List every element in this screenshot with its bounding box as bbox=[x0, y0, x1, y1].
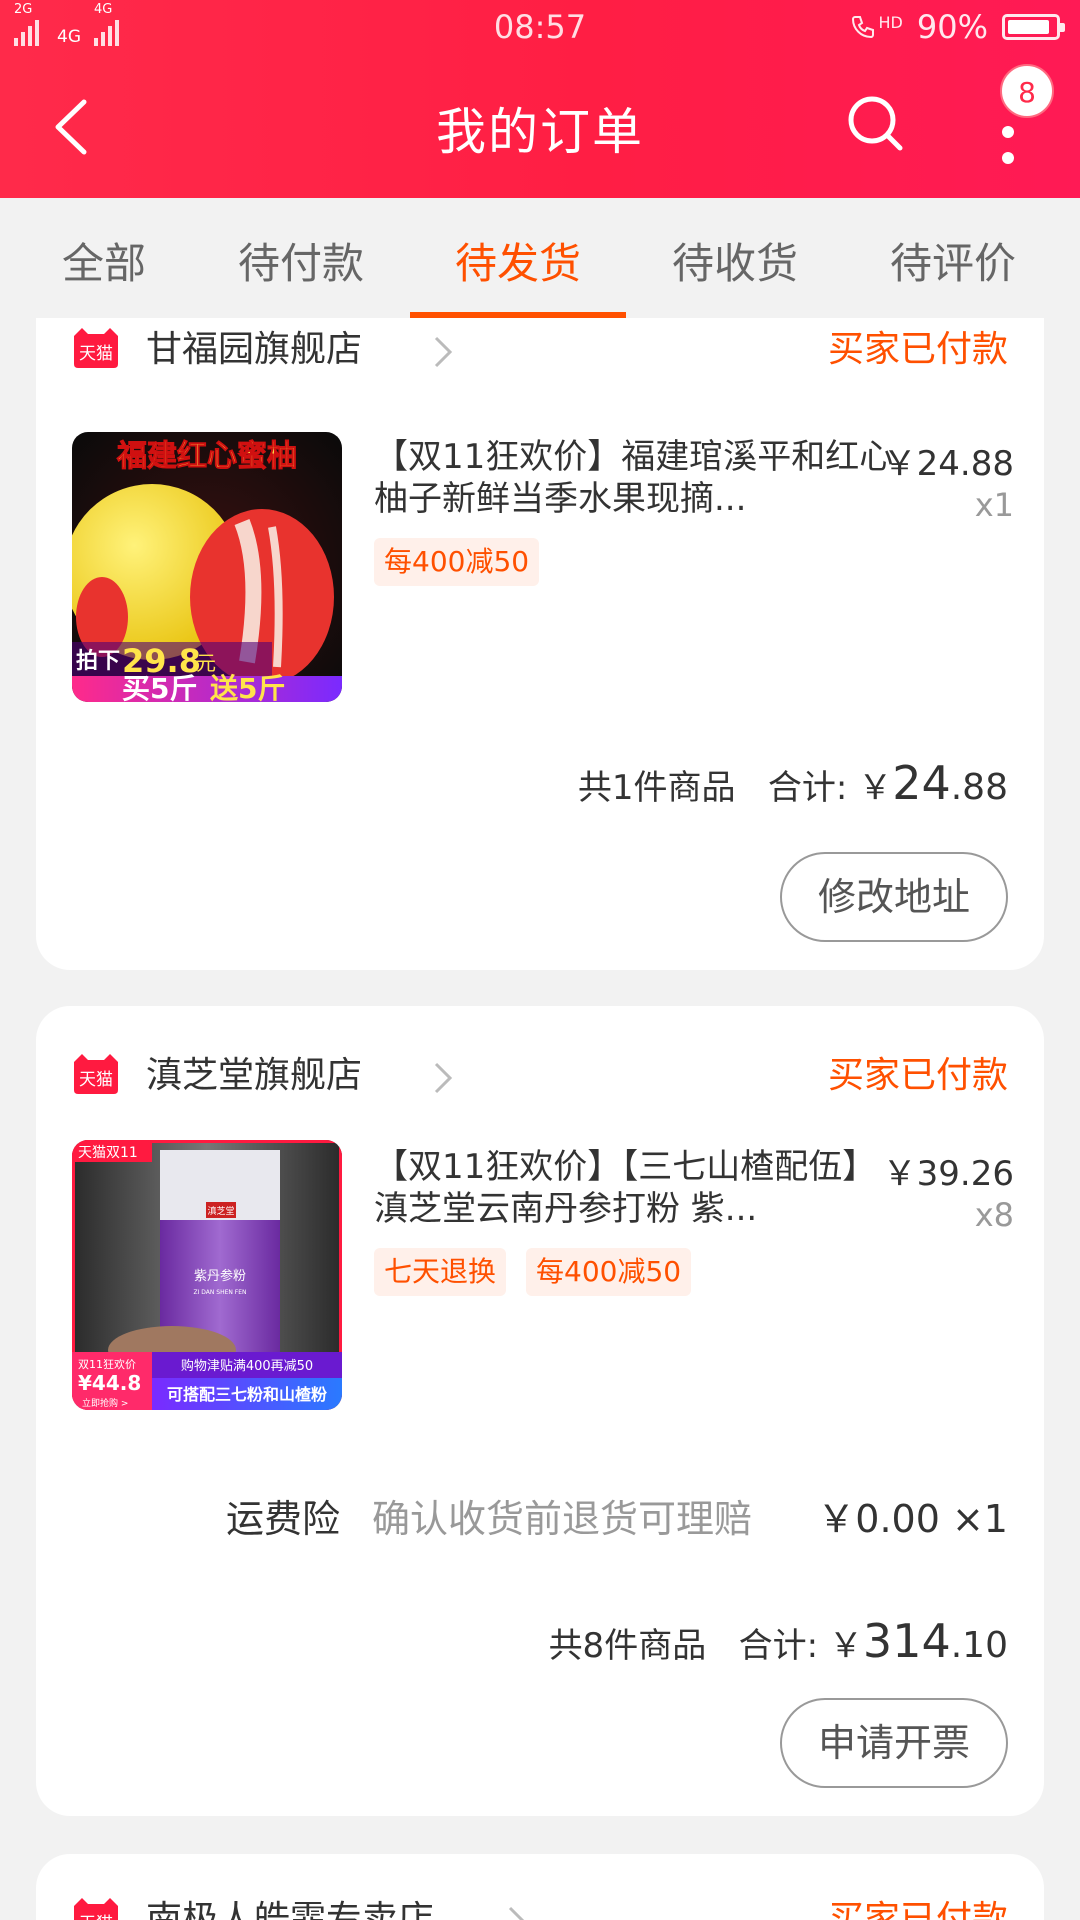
shipping-insurance-desc: 确认收货前退货可理赔 bbox=[372, 1497, 753, 1541]
battery-icon bbox=[1002, 14, 1065, 40]
tab-pending-review[interactable]: 待评价 bbox=[890, 230, 1016, 318]
image-headline: 福建红心蜜柚 bbox=[116, 439, 297, 474]
search-button[interactable] bbox=[846, 94, 906, 154]
tab-pending-payment[interactable]: 待付款 bbox=[238, 230, 364, 318]
total-decimal: .10 bbox=[950, 1625, 1008, 1666]
product-image[interactable]: 滇芝堂 紫丹参粉 ZI DAN SHEN FEN 天猫双11 双11狂欢价 ¥4… bbox=[72, 1140, 342, 1410]
tmall-logo-text: 天猫 bbox=[79, 1914, 113, 1920]
order-summary: 共1件商品 合计: ￥24.88 bbox=[578, 756, 1008, 810]
shop-row[interactable]: 天猫 滇芝堂旗舰店 买家已付款 bbox=[72, 1046, 1008, 1106]
image-banner1: 购物津贴满400再减50 bbox=[181, 1358, 313, 1374]
image-promo-price: ¥44.8 bbox=[78, 1371, 141, 1395]
shop-name[interactable]: 南极人皓霏专卖店 bbox=[146, 1890, 434, 1920]
chevron-right-icon bbox=[430, 334, 456, 370]
tmall-logo-icon: 天猫 bbox=[72, 1898, 120, 1920]
total-integer: 24 bbox=[892, 756, 951, 810]
battery-fill bbox=[1008, 20, 1049, 34]
page-title: 我的订单 bbox=[436, 103, 644, 161]
order-card[interactable]: 天猫 南极人皓霏专卖店 买家已付款 bbox=[36, 1854, 1044, 1920]
currency-symbol: ￥ bbox=[828, 1626, 863, 1666]
order-status: 买家已付款 bbox=[827, 1899, 1008, 1920]
image-banner2: 可搭配三七粉和山楂粉 bbox=[167, 1385, 327, 1404]
image-line2b: 送5斤 bbox=[210, 672, 285, 702]
product-image[interactable]: 福建红心蜜柚 拍下 29.8 元 买5斤 送5斤 bbox=[72, 432, 342, 702]
chevron-right-icon bbox=[430, 1060, 456, 1096]
image-line2a: 买5斤 bbox=[122, 672, 197, 702]
shop-row[interactable]: 天猫 甘福园旗舰店 买家已付款 bbox=[72, 320, 1008, 380]
promo-tag: 每400减50 bbox=[526, 1248, 692, 1296]
chevron-right-icon bbox=[504, 1904, 530, 1920]
battery-text: 90% bbox=[916, 8, 988, 46]
hd-label: HD bbox=[878, 13, 903, 32]
tmall-logo-text: 天猫 bbox=[79, 1070, 113, 1090]
app-header: 2G 4G 4G 08:57 HD 90% 我的订单 8 bbox=[0, 0, 1080, 198]
status-bar: 2G 4G 4G 08:57 HD 90% bbox=[0, 0, 1080, 56]
request-invoice-button[interactable]: 申请开票 bbox=[780, 1698, 1008, 1788]
shop-row[interactable]: 天猫 南极人皓霏专卖店 买家已付款 bbox=[72, 1890, 1008, 1920]
tab-pending-receipt[interactable]: 待收货 bbox=[672, 230, 798, 318]
image-corner: 天猫双11 bbox=[78, 1145, 138, 1161]
order-tabs: 全部 待付款 待发货 待收货 待评价 bbox=[0, 198, 1080, 318]
order-summary: 共8件商品 合计: ￥314.10 bbox=[549, 1614, 1008, 1668]
item-title[interactable]: 【双11狂欢价】福建琯溪平和红心柚子新鲜当季水果现摘... bbox=[374, 436, 894, 520]
image-product: 紫丹参粉 bbox=[194, 1268, 246, 1284]
notification-badge: 8 bbox=[1000, 64, 1054, 118]
image-brand: 滇芝堂 bbox=[207, 1205, 234, 1217]
return-policy-tag: 七天退换 bbox=[374, 1248, 507, 1296]
shipping-insurance-price: ￥0.00 ×1 bbox=[817, 1497, 1008, 1541]
item-quantity: x1 bbox=[974, 486, 1014, 524]
modify-address-button[interactable]: 修改地址 bbox=[780, 852, 1008, 942]
image-promo-buy: 立即抢购 > bbox=[82, 1397, 128, 1409]
shop-name[interactable]: 甘福园旗舰店 bbox=[146, 320, 362, 380]
tmall-logo-text: 天猫 bbox=[79, 344, 113, 364]
item-count: 共8件商品 bbox=[548, 1626, 707, 1666]
call-hd-icon: HD bbox=[849, 13, 903, 41]
item-count: 共1件商品 bbox=[577, 768, 736, 808]
order-status: 买家已付款 bbox=[827, 1055, 1008, 1096]
currency-symbol: ￥ bbox=[858, 768, 893, 808]
shop-name[interactable]: 滇芝堂旗舰店 bbox=[146, 1046, 362, 1106]
total-label: 合计: bbox=[738, 1626, 819, 1666]
total-label: 合计: bbox=[767, 768, 848, 808]
tab-all[interactable]: 全部 bbox=[62, 230, 146, 318]
image-line1: 拍下 bbox=[76, 648, 120, 674]
item-price: ￥39.26 bbox=[882, 1154, 1014, 1194]
total-decimal: .88 bbox=[950, 767, 1008, 808]
tmall-logo-icon: 天猫 bbox=[72, 1054, 120, 1094]
nav-bar: 我的订单 bbox=[0, 70, 1080, 188]
item-title[interactable]: 【双11狂欢价】【三七山楂配伍】滇芝堂云南丹参打粉 紫... bbox=[374, 1146, 894, 1230]
image-promo-label: 双11狂欢价 bbox=[78, 1357, 136, 1371]
tmall-logo-icon: 天猫 bbox=[72, 328, 120, 368]
item-quantity: x8 bbox=[974, 1196, 1014, 1234]
shipping-insurance-label: 运费险 bbox=[226, 1497, 341, 1541]
order-card[interactable]: 天猫 甘福园旗舰店 买家已付款 福建红心蜜柚 拍下 29.8 元 买5斤 送5斤… bbox=[36, 318, 1044, 970]
order-card[interactable]: 天猫 滇芝堂旗舰店 买家已付款 滇芝堂 紫丹参粉 ZI DAN SHEN FEN bbox=[36, 1006, 1044, 1816]
status-right: HD 90% bbox=[849, 8, 1065, 46]
tab-pending-shipment[interactable]: 待发货 bbox=[455, 230, 581, 318]
order-status: 买家已付款 bbox=[827, 329, 1008, 370]
search-icon bbox=[848, 96, 903, 151]
image-product-en: ZI DAN SHEN FEN bbox=[193, 1289, 246, 1296]
promo-tag: 每400减50 bbox=[374, 538, 540, 586]
item-price: ￥24.88 bbox=[882, 444, 1014, 484]
total-integer: 314 bbox=[862, 1614, 951, 1668]
